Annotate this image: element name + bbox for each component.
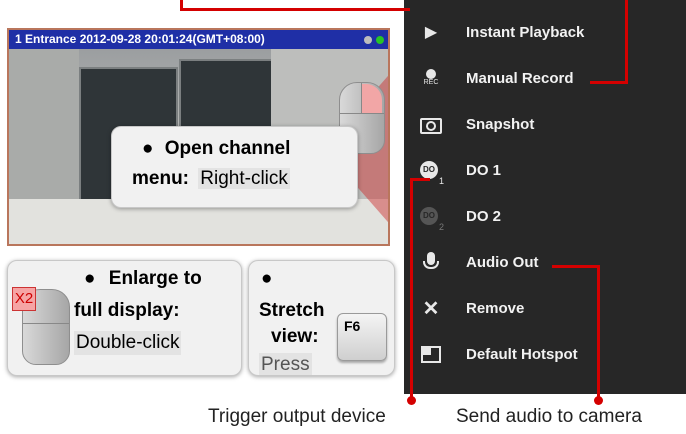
open-menu-callout: ● Open channel menu: Right-click (111, 126, 358, 208)
menu-item-label: Instant Playback (466, 24, 585, 41)
callout-label: Open channel (164, 138, 291, 159)
menu-item-manual-record[interactable]: REC Manual Record (404, 56, 686, 102)
caption-send-audio: Send audio to camera (456, 406, 642, 427)
callout-action: Press (259, 353, 312, 375)
bullet: ● (261, 268, 273, 289)
connector-dot (594, 396, 603, 405)
callout-label: view: (271, 326, 319, 347)
callout-action: Right-click (198, 168, 290, 189)
right-button-highlight (362, 84, 382, 114)
connector-line (552, 265, 600, 268)
callout-label: Stretch (259, 300, 325, 321)
f6-key-icon: F6 (337, 313, 387, 361)
status-led-green (376, 36, 384, 44)
stretch-callout: ● Stretch view: Press F6 (248, 260, 395, 376)
menu-item-label: Audio Out (466, 254, 539, 271)
microphone-icon (420, 252, 442, 274)
do2-icon: DO 2 (420, 206, 444, 232)
status-led-gray (364, 36, 372, 44)
hotspot-icon (420, 344, 442, 366)
menu-item-label: Snapshot (466, 116, 535, 133)
connector-line (597, 265, 600, 401)
camera-title: 1 Entrance 2012-09-28 20:01:24(GMT+08:00… (15, 32, 265, 46)
connector-line (410, 178, 413, 400)
menu-item-instant-playback[interactable]: ▶ Instant Playback (404, 10, 686, 56)
callout-action: Double-click (74, 331, 182, 355)
menu-item-do2[interactable]: DO 2 DO 2 (404, 194, 686, 240)
menu-item-label: DO 1 (466, 162, 502, 179)
connector-line (180, 8, 410, 11)
callout-label: Enlarge to (108, 268, 202, 289)
play-icon: ▶ (424, 24, 438, 41)
connector-line (410, 178, 430, 181)
connector-dot (407, 396, 416, 405)
key-label: F6 (344, 318, 361, 334)
callout-label: menu: (132, 168, 189, 189)
menu-item-label: Manual Record (466, 70, 574, 87)
menu-item-default-hotspot[interactable]: Default Hotspot (404, 332, 686, 378)
connector-line (590, 81, 628, 84)
menu-item-audio-out[interactable]: Audio Out (404, 240, 686, 286)
camera-title-bar: 1 Entrance 2012-09-28 20:01:24(GMT+08:00… (9, 30, 388, 49)
bullet: ● (142, 138, 154, 159)
channel-context-menu: ▶ Instant Playback REC Manual Record Sna… (404, 0, 686, 394)
menu-item-label: Remove (466, 300, 525, 317)
bullet: ● (84, 268, 96, 289)
menu-item-snapshot[interactable]: Snapshot (404, 102, 686, 148)
menu-item-remove[interactable]: ✕ Remove (404, 286, 686, 332)
close-icon: ✕ (422, 298, 440, 320)
connector-line (625, 0, 628, 84)
enlarge-callout: X2 ● Enlarge to full display: Double-cli… (7, 260, 242, 376)
menu-item-label: DO 2 (466, 208, 502, 225)
camera-icon (420, 114, 442, 136)
caption-trigger-output: Trigger output device (208, 406, 386, 427)
callout-label: full display: (74, 300, 180, 321)
rec-icon: REC (420, 68, 442, 90)
menu-item-label: Default Hotspot (466, 346, 578, 363)
menu-item-do1[interactable]: DO 1 DO 1 (404, 148, 686, 194)
double-click-badge: X2 (12, 287, 36, 311)
